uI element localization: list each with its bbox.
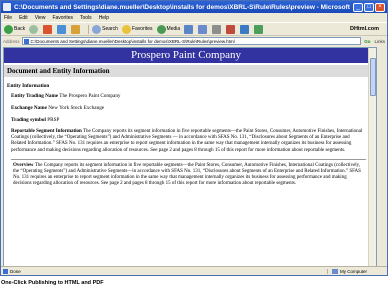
forward-arrow-icon	[29, 24, 39, 34]
trading-name-value: The Prospero Paint Company	[59, 93, 121, 99]
caption-text: One-Click Publishing to HTML and PDF	[1, 280, 104, 286]
exchange-value: New York Stock Exchange	[48, 105, 105, 111]
favorites-button[interactable]: Favorites	[121, 24, 153, 34]
refresh-icon	[57, 24, 67, 34]
document-body: Entity Information Entity Trading Name T…	[4, 83, 376, 188]
company-banner: Prospero Paint Company	[4, 48, 368, 63]
home-button[interactable]	[71, 24, 81, 34]
menu-view[interactable]: View	[35, 15, 46, 21]
mail-button[interactable]	[198, 24, 208, 34]
discuss-icon	[240, 24, 250, 34]
messenger-button[interactable]	[254, 24, 264, 34]
reportable-label: Reportable Segment Information	[11, 129, 82, 134]
page-viewport[interactable]: Prospero Paint Company Document and Enti…	[3, 47, 377, 268]
menu-tools[interactable]: Tools	[80, 15, 92, 21]
search-label: Search	[102, 26, 118, 32]
back-arrow-icon	[4, 24, 13, 34]
edit-icon	[226, 24, 236, 34]
favorites-label: Favorites	[131, 26, 153, 32]
status-text: Done	[10, 268, 21, 274]
search-icon	[92, 24, 102, 34]
section-heading: Document and Entity Information	[4, 65, 368, 77]
star-icon	[121, 24, 131, 34]
discuss-button[interactable]	[240, 24, 250, 34]
print-icon	[212, 24, 222, 34]
toolbar: Back Search Favorites Media DHtml.com	[1, 22, 387, 36]
symbol-row: Trading symbol PRSP	[11, 117, 366, 123]
media-button[interactable]: Media	[156, 24, 181, 34]
overview-label: Overview	[13, 162, 34, 168]
menu-edit[interactable]: Edit	[19, 15, 28, 21]
menu-bar: File Edit View Favorites Tools Help	[1, 13, 387, 22]
symbol-label: Trading symbol	[11, 117, 46, 123]
print-button[interactable]	[212, 24, 222, 34]
overview-text: The Company reports its segment informat…	[13, 162, 361, 187]
trading-name-label: Entity Trading Name	[11, 93, 59, 99]
exchange-label: Exchange Name	[11, 105, 47, 111]
page-status-icon	[3, 268, 8, 274]
msn-logo: DHtml.com	[349, 26, 379, 32]
menu-file[interactable]: File	[4, 15, 12, 21]
page-icon	[23, 38, 29, 44]
status-bar: Done My Computer	[1, 266, 387, 275]
forward-button[interactable]	[29, 24, 39, 34]
minimize-button[interactable]: _	[353, 2, 363, 12]
reportable-segment-paragraph: Reportable Segment Information The Compa…	[11, 129, 366, 154]
window-title: C:\Documents and Settings\diane.mueller\…	[14, 3, 352, 11]
security-zone: My Computer	[326, 268, 367, 274]
edit-button[interactable]	[226, 24, 236, 34]
address-label: Address	[3, 38, 20, 44]
vertical-scrollbar[interactable]	[368, 48, 376, 267]
media-icon	[156, 24, 166, 34]
back-button[interactable]: Back	[4, 24, 26, 34]
address-input[interactable]: C:\Documents and Settings\diane.mueller\…	[21, 37, 362, 45]
browser-window: C:\Documents and Settings\diane.mueller\…	[0, 0, 388, 276]
scrollbar-thumb[interactable]	[370, 58, 376, 96]
search-button[interactable]: Search	[92, 24, 118, 34]
links-button[interactable]: Links	[374, 39, 385, 44]
refresh-button[interactable]	[57, 24, 67, 34]
computer-icon	[331, 268, 338, 274]
title-bar[interactable]: C:\Documents and Settings\diane.mueller\…	[1, 1, 387, 13]
messenger-icon	[254, 24, 264, 34]
address-value: C:\Documents and Settings\diane.mueller\…	[30, 38, 235, 44]
history-button[interactable]	[184, 24, 194, 34]
symbol-value: PRSP	[47, 117, 60, 123]
history-icon	[184, 24, 194, 34]
close-button[interactable]: ×	[375, 2, 385, 12]
ie-app-icon	[3, 3, 11, 11]
exchange-row: Exchange Name New York Stock Exchange	[11, 105, 366, 111]
stop-button[interactable]	[43, 24, 53, 34]
menu-help[interactable]: Help	[99, 15, 109, 21]
maximize-button[interactable]: □	[364, 2, 374, 12]
toolbar-divider	[88, 24, 90, 34]
menu-favorites[interactable]: Favorites	[52, 15, 73, 21]
zone-label: My Computer	[339, 268, 367, 274]
go-button[interactable]: Go	[364, 39, 370, 44]
mail-icon	[198, 24, 208, 34]
address-bar: Address C:\Documents and Settings\diane.…	[1, 36, 387, 46]
media-label: Media	[166, 26, 181, 32]
home-icon	[71, 24, 81, 34]
trading-name-row: Entity Trading Name The Prospero Paint C…	[11, 93, 366, 99]
stop-icon	[43, 24, 53, 34]
entity-info-heading: Entity Information	[7, 83, 50, 89]
overview-paragraph: Overview The Company reports its segment…	[11, 158, 366, 188]
back-label: Back	[14, 26, 26, 32]
